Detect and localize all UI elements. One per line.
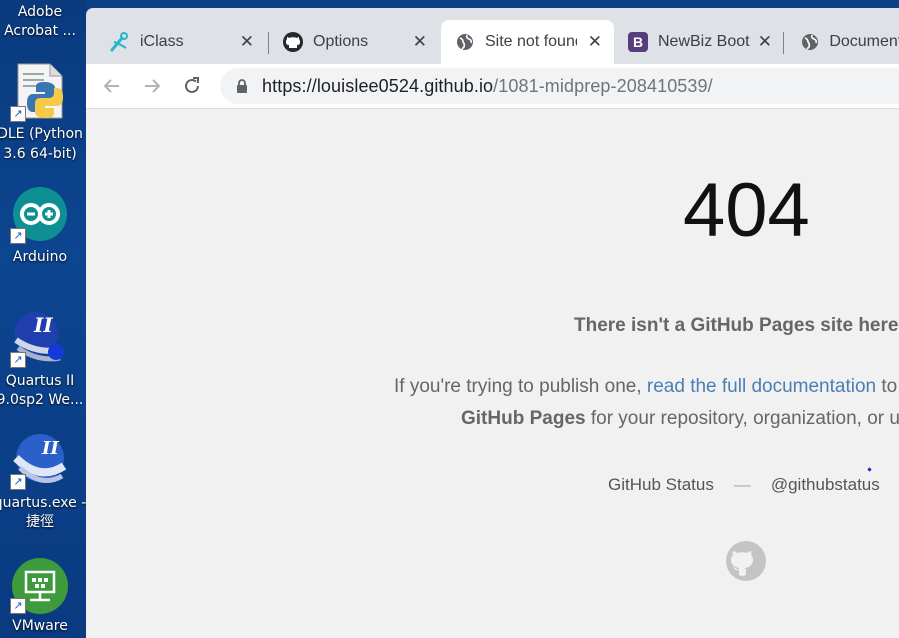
help-text: to learn how to set up [881,376,899,397]
shortcut-arrow-icon: ↗ [10,474,26,490]
tab-options[interactable]: Options ✕ [269,20,439,64]
cursor-mark [867,467,872,472]
desktop-item-adobe-acrobat[interactable]: Adobe Acrobat ... [0,0,86,50]
desktop-item-label: 捷徑 [26,514,54,530]
githubstatus-link[interactable]: @githubstatus [771,475,880,494]
desktop-item-python-idle[interactable]: ↗ DLE (Python 3.6 64-bit) [0,58,86,168]
tab-site-not-found[interactable]: Site not found ✕ [441,20,614,64]
desktop-item-label: Acrobat ... [4,23,76,39]
github-status-link[interactable]: GitHub Status [608,475,714,494]
desktop-item-label: DLE (Python [0,126,83,142]
desktop-item-quartus-ii[interactable]: II ↗ Quartus II 9.0sp2 We... [0,308,86,412]
footer-links: GitHub Status — @githubstatus [608,475,880,495]
desktop-item-quartus-exe[interactable]: II ↗ quartus.exe - 捷徑 [0,430,86,534]
close-icon[interactable]: ✕ [240,32,254,52]
help-text: If you're trying to publish one, [394,376,647,397]
lead-message: There isn't a GitHub Pages site here. [574,315,899,336]
globe-icon [800,32,819,52]
globe-icon [455,32,475,52]
desktop-item-label: Adobe [17,4,63,20]
github-icon [283,32,303,52]
reload-button[interactable] [180,74,204,98]
reload-icon [185,77,199,93]
close-icon[interactable]: ✕ [413,32,427,52]
desktop-item-arduino[interactable]: ↗ Arduino [0,184,86,270]
desktop-item-label: Arduino [12,249,68,265]
shortcut-arrow-icon: ↗ [10,228,26,244]
bootstrap-icon: B [628,32,648,52]
help-paragraph: If you're trying to publish one, read th… [394,371,899,435]
forward-button[interactable] [140,74,164,98]
tab-iclass[interactable]: iClass ✕ [96,20,266,64]
shortcut-arrow-icon: ↗ [10,598,26,614]
page-content: 404 There isn't a GitHub Pages site here… [86,109,899,638]
github-octocat-icon[interactable] [726,541,766,581]
back-arrow-icon [103,79,119,93]
desktop-item-label: quartus.exe - [0,495,86,511]
iclass-icon [110,32,130,52]
documentation-link[interactable]: read the full documentation [647,376,876,397]
tab-divider [783,32,784,54]
forward-arrow-icon [145,79,161,93]
tab-title: Options [313,33,369,50]
desktop-item-vmware[interactable]: ↗ VMware [0,554,86,638]
desktop: Adobe Acrobat ... ↗ DLE (Python 3.6 64-b… [0,0,86,638]
desktop-item-label: VMware [12,618,68,634]
tab-title: NewBiz Bootstrap [658,33,750,50]
desktop-item-label: 9.0sp2 We... [0,392,84,408]
tab-newbiz[interactable]: B NewBiz Bootstrap ✕ [614,20,784,64]
shortcut-arrow-icon: ↗ [10,352,26,368]
error-code: 404 [683,168,810,253]
close-icon[interactable]: ✕ [758,32,772,52]
desktop-item-label: Quartus II [5,373,75,389]
tab-strip: iClass ✕ Options ✕ Site not found ✕ B Ne… [86,8,899,64]
shortcut-arrow-icon: ↗ [10,106,26,122]
address-bar[interactable]: https://louislee0524.github.io/1081-midp… [220,68,899,104]
svg-text:II: II [33,313,53,337]
url-text[interactable]: https://louislee0524.github.io/1081-midp… [262,76,713,97]
lock-icon [236,78,248,94]
back-button[interactable] [100,74,124,98]
separator-dash: — [733,475,751,494]
desktop-item-label: 3.6 64-bit) [3,146,77,162]
close-icon[interactable]: ✕ [588,32,602,52]
url-path: /1081-midprep-208410539/ [493,75,713,96]
github-pages-text: GitHub Pages [461,408,586,429]
tab-title: iClass [140,33,184,50]
help-text: for your repository, organization, or us… [590,408,899,429]
url-host: https://louislee0524.github.io [262,75,494,96]
tab-documents[interactable]: Documents [786,20,899,64]
browser-window: iClass ✕ Options ✕ Site not found ✕ B Ne… [86,8,899,638]
svg-text:B: B [633,34,643,50]
svg-text:II: II [41,438,59,459]
tab-title: Site not found [485,33,577,50]
browser-toolbar: https://louislee0524.github.io/1081-midp… [86,64,899,109]
tab-title: Documents [829,33,899,50]
